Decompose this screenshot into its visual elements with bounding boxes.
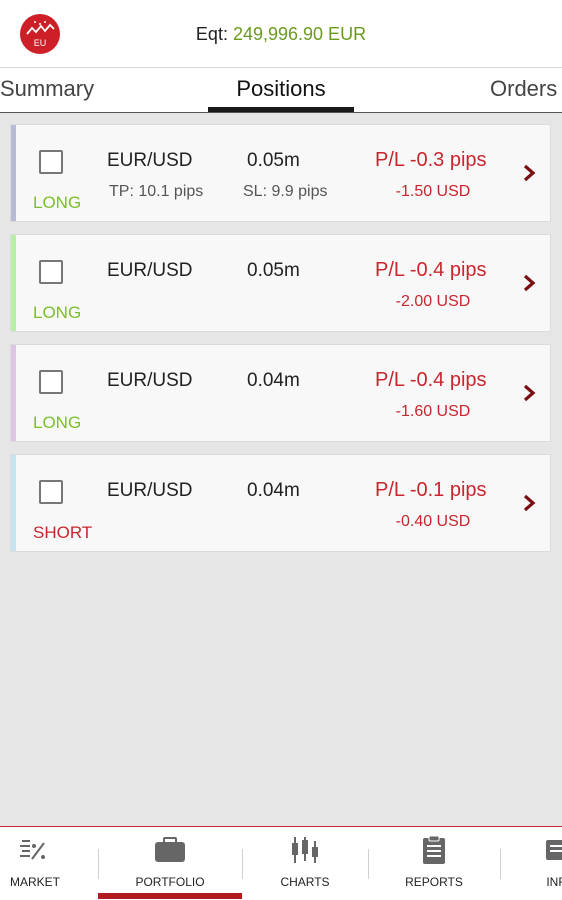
position-direction: SHORT [33, 523, 93, 542]
app-header: EU Eqt: 249,996.90 EUR [0, 0, 562, 68]
nav-reports[interactable]: REPORTS [368, 827, 500, 900]
position-card[interactable]: SHORT EUR/USD 0.04m P/L -0.1 pips -0.40 … [10, 454, 551, 552]
pl-pips: P/L -0.1 pips [375, 479, 487, 501]
pl-pips: P/L -0.3 pips [375, 149, 487, 171]
tab-positions[interactable]: Positions [208, 76, 354, 102]
briefcase-icon [155, 837, 185, 862]
position-size: 0.04m [247, 370, 300, 391]
position-card[interactable]: LONG EUR/USD 0.05m P/L -0.4 pips -2.00 U… [10, 234, 551, 332]
nav-label: CHARTS [280, 875, 330, 889]
position-size: 0.04m [247, 480, 300, 501]
position-checkbox[interactable] [39, 370, 63, 394]
position-symbol: EUR/USD [107, 150, 193, 171]
chevron-right-icon[interactable] [521, 493, 537, 513]
position-checkbox[interactable] [39, 480, 63, 504]
positions-list: LONG EUR/USD 0.05m TP: 10.1 pips SL: 9.9… [10, 124, 551, 564]
position-size: 0.05m [247, 150, 300, 171]
pl-amount: -2.00 USD [395, 293, 471, 310]
chevron-right-icon[interactable] [521, 163, 537, 183]
nav-portfolio[interactable]: PORTFOLIO [98, 827, 242, 900]
clipboard-icon [423, 835, 445, 864]
nav-divider [500, 849, 501, 879]
nav-label: REPORTS [405, 875, 463, 889]
position-checkbox[interactable] [39, 150, 63, 174]
position-card[interactable]: LONG EUR/USD 0.05m TP: 10.1 pips SL: 9.9… [10, 124, 551, 222]
equity-value: 249,996.90 EUR [232, 24, 367, 44]
position-accent [11, 235, 16, 331]
pl-amount: -1.50 USD [395, 183, 471, 200]
info-icon [546, 840, 562, 860]
equity-display: Eqt: 249,996.90 EUR [0, 24, 562, 45]
pl-pips: P/L -0.4 pips [375, 369, 487, 391]
nav-market[interactable]: MARKET [0, 827, 70, 900]
position-checkbox[interactable] [39, 260, 63, 284]
position-direction: LONG [33, 303, 82, 322]
stop-loss: SL: 9.9 pips [243, 183, 328, 200]
equity-label: Eqt: [195, 24, 228, 44]
active-tab-indicator [208, 107, 354, 112]
tab-orders[interactable]: Orders [490, 76, 557, 102]
position-symbol: EUR/USD [107, 260, 193, 281]
tab-summary[interactable]: Summary [0, 76, 94, 102]
position-direction: LONG [33, 193, 82, 212]
pl-pips: P/L -0.4 pips [375, 259, 487, 281]
position-size: 0.05m [247, 260, 300, 281]
market-percent-icon [20, 840, 45, 860]
position-accent [11, 125, 16, 221]
tab-bar: Summary Positions Orders [0, 68, 562, 113]
pl-amount: -0.40 USD [395, 513, 471, 530]
nav-label: MARKET [9, 875, 60, 889]
pl-amount: -1.60 USD [395, 403, 471, 420]
position-card[interactable]: LONG EUR/USD 0.04m P/L -0.4 pips -1.60 U… [10, 344, 551, 442]
take-profit: TP: 10.1 pips [109, 183, 204, 200]
nav-label: INF [546, 875, 562, 889]
nav-active-indicator [98, 893, 242, 899]
position-accent [11, 345, 16, 441]
nav-label: PORTFOLIO [135, 875, 205, 889]
position-symbol: EUR/USD [107, 370, 193, 391]
candlestick-icon [292, 837, 318, 863]
position-symbol: EUR/USD [107, 480, 193, 501]
position-accent [11, 455, 16, 551]
bottom-navigation: MARKET PORTFOLIO CHARTS REPORTS IN [0, 826, 562, 900]
chevron-right-icon[interactable] [521, 383, 537, 403]
position-direction: LONG [33, 413, 82, 432]
chevron-right-icon[interactable] [521, 273, 537, 293]
nav-info[interactable]: INF [530, 827, 562, 900]
nav-charts[interactable]: CHARTS [242, 827, 368, 900]
